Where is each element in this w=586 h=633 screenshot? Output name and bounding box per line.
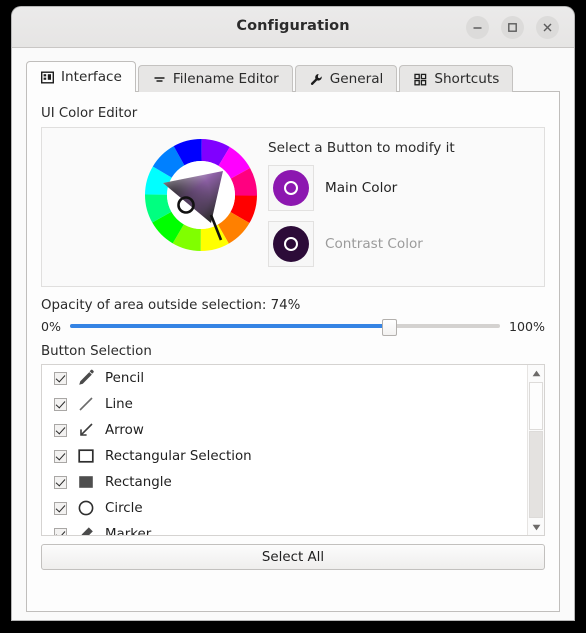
slider-fill <box>69 324 389 328</box>
slider-handle[interactable] <box>382 319 398 336</box>
arrow-icon <box>76 420 96 440</box>
tab-shortcuts-label: Shortcuts <box>434 71 500 87</box>
list-item-checkbox[interactable] <box>54 475 67 489</box>
list-item[interactable]: Rectangle <box>42 469 527 495</box>
grid-icon <box>413 72 428 87</box>
contrast-color-button[interactable] <box>268 221 314 267</box>
list-item-checkbox[interactable] <box>54 397 67 411</box>
tab-interface[interactable]: Interface <box>26 61 136 93</box>
contrast-color-swatch <box>273 226 309 262</box>
list-item-label: Circle <box>105 500 143 516</box>
opacity-slider[interactable] <box>69 318 500 336</box>
slider-min-label: 0% <box>41 318 61 334</box>
scroll-up-icon[interactable] <box>528 365 544 381</box>
color-wheel[interactable] <box>145 139 257 251</box>
maximize-button[interactable] <box>501 16 524 39</box>
tab-filename-editor-label: Filename Editor <box>172 71 279 87</box>
list-item-checkbox[interactable] <box>54 423 67 437</box>
list-item[interactable]: Pencil <box>42 365 527 391</box>
main-color-swatch <box>273 170 309 206</box>
window-title: Configuration <box>236 18 350 34</box>
list-item-label: Marker <box>105 526 152 536</box>
scrollbar-thumb[interactable] <box>529 382 543 430</box>
select-all-button[interactable]: Select All <box>41 544 545 570</box>
ui-color-editor-group: Select a Button to modify it Main Color … <box>41 127 545 287</box>
pencil-icon <box>76 368 96 388</box>
title-bar: Configuration <box>12 7 574 48</box>
contrast-color-label: Contrast Color <box>325 236 423 252</box>
line-icon <box>76 394 96 414</box>
list-item-checkbox[interactable] <box>54 527 67 535</box>
list-item[interactable]: Circle <box>42 495 527 521</box>
button-selection-label: Button Selection <box>41 344 152 359</box>
scrollbar-gutter[interactable] <box>529 431 543 518</box>
slider-max-label: 100% <box>508 318 545 334</box>
close-button[interactable] <box>536 16 559 39</box>
list-item-label: Rectangular Selection <box>105 448 252 464</box>
list-item-label: Pencil <box>105 370 145 386</box>
main-color-button[interactable] <box>268 165 314 211</box>
list-item-checkbox[interactable] <box>54 371 67 385</box>
contrast-color-row: Contrast Color <box>268 221 455 267</box>
list-item-checkbox[interactable] <box>54 501 67 515</box>
interface-icon <box>40 70 55 85</box>
list-item-label: Rectangle <box>105 474 172 490</box>
opacity-label: Opacity of area outside selection: 74% <box>41 298 301 313</box>
scroll-down-icon[interactable] <box>528 519 544 535</box>
opacity-slider-row: 0% 100% <box>41 318 545 336</box>
tab-general-label: General <box>329 71 384 87</box>
marker-icon <box>76 524 96 535</box>
minimize-button[interactable] <box>466 16 489 39</box>
list-item[interactable]: Rectangular Selection <box>42 443 527 469</box>
equals-icon <box>152 72 167 87</box>
list-item[interactable]: Line <box>42 391 527 417</box>
main-color-label: Main Color <box>325 180 398 196</box>
list-item[interactable]: Marker <box>42 521 527 535</box>
button-selection-rows: Pencil Line Arrow Rectangular Selection Rect… <box>42 365 527 535</box>
ui-color-editor-title: UI Color Editor <box>41 106 138 121</box>
list-scrollbar[interactable] <box>527 365 544 535</box>
tab-general[interactable]: General <box>294 65 398 92</box>
tab-filename-editor[interactable]: Filename Editor <box>137 65 293 92</box>
list-item-label: Line <box>105 396 133 412</box>
configuration-window: Configuration Interface Filename Editor … <box>12 7 574 620</box>
select-button-instruction: Select a Button to modify it <box>268 140 455 156</box>
tab-interface-label: Interface <box>61 69 122 85</box>
swatch-column: Select a Button to modify it Main Color … <box>268 140 455 277</box>
list-item[interactable]: Arrow <box>42 417 527 443</box>
tab-bar: Interface Filename Editor General Shortc… <box>26 61 574 93</box>
interface-panel: UI Color Editor Select a Button to modif… <box>26 91 560 612</box>
rect-outline-icon <box>76 446 96 466</box>
list-item-label: Arrow <box>105 422 144 438</box>
button-selection-list: Pencil Line Arrow Rectangular Selection Rect… <box>41 364 545 536</box>
circle-icon <box>76 498 96 518</box>
list-item-checkbox[interactable] <box>54 449 67 463</box>
rect-filled-icon <box>76 472 96 492</box>
main-color-row: Main Color <box>268 165 455 211</box>
tab-shortcuts[interactable]: Shortcuts <box>399 65 514 92</box>
wrench-icon <box>309 72 324 87</box>
